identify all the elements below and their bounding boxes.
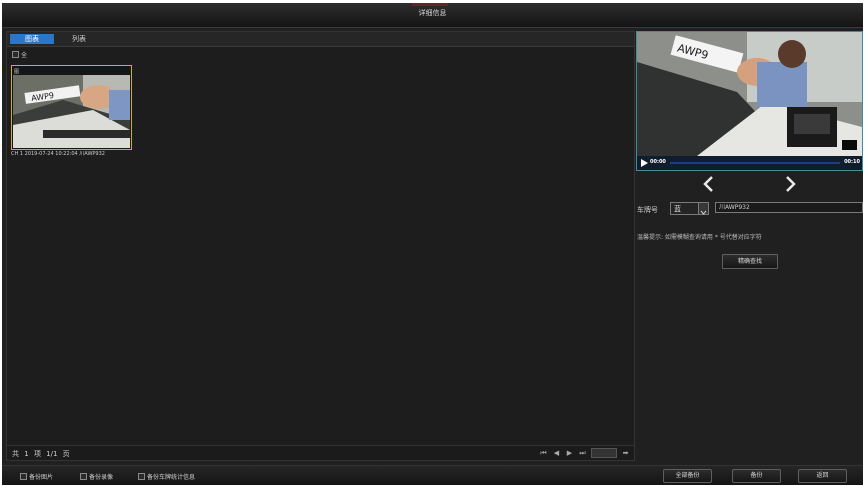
player-controls: 00:00 00:10	[637, 156, 862, 170]
total-time: 00:10	[844, 159, 860, 165]
plate-color-value: 蓝	[674, 205, 681, 213]
backup-all-button[interactable]: 全部备份	[663, 469, 712, 483]
backup-images-label: 备份图片	[29, 474, 54, 481]
play-icon[interactable]	[639, 158, 649, 168]
count-value: 1	[24, 450, 29, 458]
count-prefix: 共	[12, 450, 19, 458]
last-page-icon[interactable]: ⏭	[578, 449, 587, 458]
bottom-toolbar: 备份图片 备份录像 备份车牌统计信息 全部备份 备份 返回	[2, 465, 863, 485]
thumbnail-checkbox[interactable]: 图	[14, 68, 19, 75]
search-tip: 温馨提示: 如需模糊查询请用 * 号代替对应字符	[637, 234, 762, 241]
page-number-input[interactable]	[591, 448, 617, 458]
tab-list-view[interactable]: 列表	[57, 34, 101, 44]
detail-panel: AWP9 00:00 00:10 车牌号 蓝 川AWP932 温馨提示: 如需模…	[635, 31, 863, 459]
backup-stats-label: 备份车牌统计信息	[147, 474, 196, 481]
first-page-icon[interactable]: ⏮	[539, 449, 548, 458]
page-unit: 页	[62, 450, 70, 458]
backup-videos-checkbox[interactable]: 备份录像	[80, 472, 113, 481]
select-all-label: 全	[21, 52, 28, 59]
thumbnail-image: AWP9	[13, 75, 130, 148]
video-preview: AWP9 00:00 00:10	[636, 31, 863, 171]
view-tabs: 图表 列表	[7, 32, 634, 47]
next-page-icon[interactable]: ▶	[565, 449, 574, 457]
next-arrow-icon[interactable]	[780, 174, 800, 194]
go-icon[interactable]: ➡	[621, 449, 630, 457]
plate-color-select[interactable]: 蓝	[670, 202, 709, 215]
title-accent	[412, 3, 448, 6]
detail-window: 详细信息 图表 列表 全 图 AWP9 CH 1 2019-07-24 10:2…	[2, 3, 863, 485]
title-bar: 详细信息	[2, 3, 863, 28]
pagination-footer: 共 1 项 1/1 页 ⏮ ◀ ▶ ⏭ ➡	[7, 445, 634, 460]
seek-bar[interactable]	[670, 162, 840, 164]
plate-number-input[interactable]	[715, 202, 863, 213]
tab-icon-view[interactable]: 图表	[10, 34, 54, 44]
checkbox-icon	[138, 473, 145, 480]
return-button[interactable]: 返回	[798, 469, 847, 483]
thumbnail-caption: CH 1 2019-07-24 10:22:04 川AWP932	[11, 151, 105, 157]
plate-label: 车牌号	[637, 206, 658, 214]
backup-button[interactable]: 备份	[732, 469, 781, 483]
backup-stats-checkbox[interactable]: 备份车牌统计信息	[138, 472, 195, 481]
exact-search-button[interactable]: 精确查找	[722, 254, 778, 269]
checkbox-icon	[20, 473, 27, 480]
checkbox-icon	[80, 473, 87, 480]
pager-controls: ⏮ ◀ ▶ ⏭ ➡	[539, 448, 630, 458]
results-panel: 图表 列表 全 图 AWP9 CH 1 2019-07-24 10:22:04 …	[6, 31, 635, 461]
checkbox-icon	[12, 51, 19, 58]
select-all-checkbox[interactable]: 全	[12, 50, 27, 59]
thumbnail-checkbox-label: 图	[14, 69, 20, 75]
window-title: 详细信息	[418, 9, 447, 17]
prev-arrow-icon[interactable]	[699, 174, 719, 194]
page-value: 1/1	[46, 450, 58, 458]
dropdown-caret-icon	[698, 203, 708, 215]
backup-images-checkbox[interactable]: 备份图片	[20, 472, 53, 481]
current-time: 00:00	[650, 159, 666, 165]
result-count: 共 1 项 1/1 页	[12, 449, 73, 459]
result-thumbnail[interactable]: 图 AWP9	[11, 65, 132, 150]
video-frame[interactable]: AWP9	[637, 32, 862, 156]
count-unit: 项	[33, 450, 41, 458]
backup-videos-label: 备份录像	[89, 474, 114, 481]
prev-page-icon[interactable]: ◀	[552, 449, 561, 457]
